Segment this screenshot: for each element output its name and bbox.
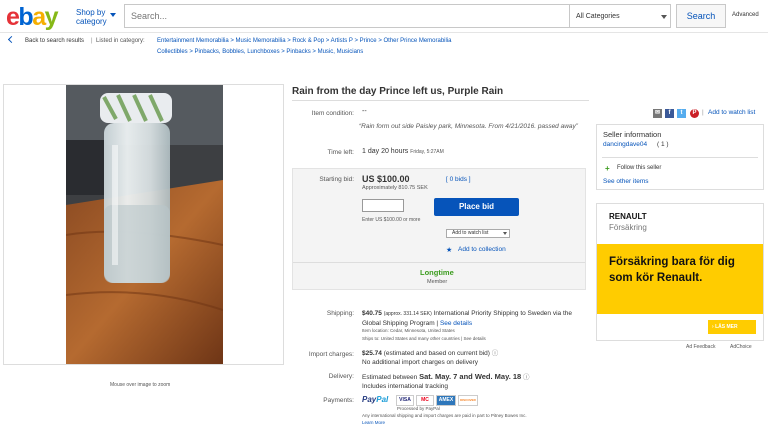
- paypal-logo-pay: Pay: [362, 395, 377, 404]
- longtime-member-badge: Longtime: [420, 268, 454, 277]
- logo-letter: b: [18, 3, 33, 31]
- add-to-collection-link[interactable]: Add to collection: [458, 246, 506, 253]
- pinterest-icon[interactable]: P: [690, 109, 699, 118]
- paypal-logo: PayPal: [362, 395, 388, 404]
- condition-label: Item condition:: [311, 110, 354, 117]
- ad-copy: Försäkring bara för dig som kör Renault.: [609, 256, 735, 284]
- place-bid-button[interactable]: Place bid: [434, 198, 519, 216]
- chevron-down-icon: [503, 232, 507, 235]
- help-icon[interactable]: ⓘ: [492, 350, 499, 357]
- import-charges-value: $25.74 (estimated and based on current b…: [362, 349, 587, 367]
- ad-read-more-label: LÄS MER: [715, 324, 738, 330]
- chevron-down-icon: [110, 13, 116, 17]
- category-select[interactable]: All Categories: [570, 4, 671, 28]
- item-location: Item location: Cedar, Minnesota, United …: [362, 328, 455, 333]
- star-icon[interactable]: ★: [446, 246, 452, 254]
- member-label: Member: [427, 279, 448, 285]
- import-charges-note: No additional import charges on delivery: [362, 359, 478, 366]
- import-charges-amount: $25.74: [362, 350, 382, 357]
- divider: [293, 262, 585, 263]
- shipping-approx: (approx. 331.14 SEK): [383, 311, 432, 317]
- separator: |: [702, 109, 704, 116]
- facebook-icon[interactable]: f: [665, 109, 674, 118]
- chevron-down-icon: [661, 15, 667, 19]
- shop-by-category-button[interactable]: Shop by category: [76, 8, 107, 26]
- listed-in-label: Listed in category:: [96, 38, 145, 44]
- condition-description: “Rain form out side Paisley park, Minnes…: [359, 123, 578, 130]
- divider: [292, 100, 589, 101]
- seller-feedback-score: ( 1 ): [657, 141, 669, 148]
- add-to-watch-list-select[interactable]: Add to watch list: [446, 229, 510, 238]
- ad-feedback-link[interactable]: Ad Feedback: [686, 344, 715, 350]
- see-other-items-link[interactable]: See other items: [603, 178, 649, 185]
- delivery-prefix: Estimated between: [362, 374, 418, 381]
- twitter-icon[interactable]: t: [677, 109, 686, 118]
- logo-letter: e: [6, 3, 20, 31]
- shipping-see-details-link[interactable]: See details: [440, 320, 472, 327]
- time-left-duration: 1 day 20 hours: [362, 148, 409, 155]
- import-charges-desc: (estimated and based on current bid): [383, 350, 490, 357]
- email-icon[interactable]: ✉: [653, 109, 662, 118]
- seller-info-heading: Seller information: [603, 130, 662, 139]
- processed-by-paypal: Processed by PayPal: [397, 406, 440, 411]
- delivery-note: Includes international tracking: [362, 383, 448, 390]
- bid-amount-input[interactable]: [362, 199, 404, 212]
- bid-approx-price: Approximately 810.75 SEK: [362, 185, 428, 191]
- paypal-logo-pal: Pal: [376, 395, 389, 404]
- import-charges-label: Import charges:: [308, 351, 354, 358]
- delivery-value: Estimated between Sat. May. 7 and Wed. M…: [362, 372, 592, 391]
- follow-seller-link[interactable]: Follow this seller: [617, 165, 661, 171]
- back-to-results-link[interactable]: Back to search results: [25, 38, 84, 44]
- zoom-hint: Mouse over image to zoom: [110, 382, 171, 388]
- ad-choice-link[interactable]: AdChoice: [730, 344, 752, 350]
- payments-label: Payments:: [323, 397, 354, 404]
- breadcrumb-secondary[interactable]: Collectibles > Pinbacks, Bobbles, Lunchb…: [157, 49, 363, 55]
- amex-card-icon: AMEX: [436, 395, 456, 406]
- time-left-label: Time left:: [327, 149, 355, 156]
- ad-subtitle: Försäkring: [609, 223, 647, 232]
- shipping-price: $40.75: [362, 310, 382, 317]
- ships-to: Ships to: United States and many other c…: [362, 336, 486, 341]
- condition-value: --: [362, 108, 367, 115]
- seller-name-link[interactable]: dancingdave04: [603, 141, 647, 148]
- logo-letter: y: [44, 3, 59, 31]
- payments-note: Any international shipping and import ch…: [362, 413, 527, 418]
- back-arrow-icon[interactable]: [7, 35, 16, 44]
- shop-by-label: Shop by: [76, 8, 106, 17]
- plus-icon[interactable]: +: [605, 164, 610, 173]
- search-button[interactable]: Search: [676, 4, 726, 28]
- ad-read-more-button[interactable]: › LÄS MER: [708, 320, 756, 334]
- advanced-search-link[interactable]: Advanced: [732, 12, 759, 18]
- breadcrumb-primary[interactable]: Entertainment Memorabilia > Music Memora…: [157, 38, 452, 44]
- category-label: category: [76, 17, 107, 26]
- item-photo[interactable]: [66, 85, 223, 364]
- header: ebay Shop by category All Categories Sea…: [0, 0, 768, 33]
- shipping-label: Shipping:: [326, 310, 354, 317]
- ad-brand: RENAULT: [609, 212, 647, 221]
- bid-hint: Enter US $100.00 or more: [362, 217, 421, 223]
- search-input[interactable]: [124, 4, 570, 28]
- bid-price: US $100.00: [362, 174, 410, 184]
- delivery-label: Delivery:: [328, 373, 354, 380]
- mastercard-icon: MC: [416, 395, 434, 406]
- visa-card-icon: VISA: [396, 395, 414, 406]
- help-icon[interactable]: ⓘ: [523, 374, 530, 381]
- learn-more-link[interactable]: Learn More: [362, 420, 385, 425]
- shipping-value: $40.75 (approx. 331.14 SEK) Internationa…: [362, 310, 572, 327]
- breadcrumb-separator: |: [91, 38, 93, 44]
- delivery-dates: Sat. May. 7 and Wed. May. 18: [419, 372, 522, 381]
- bids-count-link[interactable]: [ 0 bids ]: [446, 176, 471, 183]
- item-title: Rain from the day Prince left us, Purple…: [292, 86, 504, 97]
- time-left-value: 1 day 20 hours Friday, 5:27AM: [362, 148, 444, 155]
- add-to-watch-list-link[interactable]: Add to watch list: [708, 109, 755, 116]
- discover-card-icon: DISCOVER: [458, 395, 478, 406]
- time-left-end: Friday, 5:27AM: [410, 149, 444, 155]
- logo-letter: a: [32, 3, 46, 31]
- divider: [602, 157, 758, 158]
- starting-bid-label: Starting bid:: [319, 176, 354, 183]
- ebay-logo[interactable]: ebay: [6, 3, 59, 32]
